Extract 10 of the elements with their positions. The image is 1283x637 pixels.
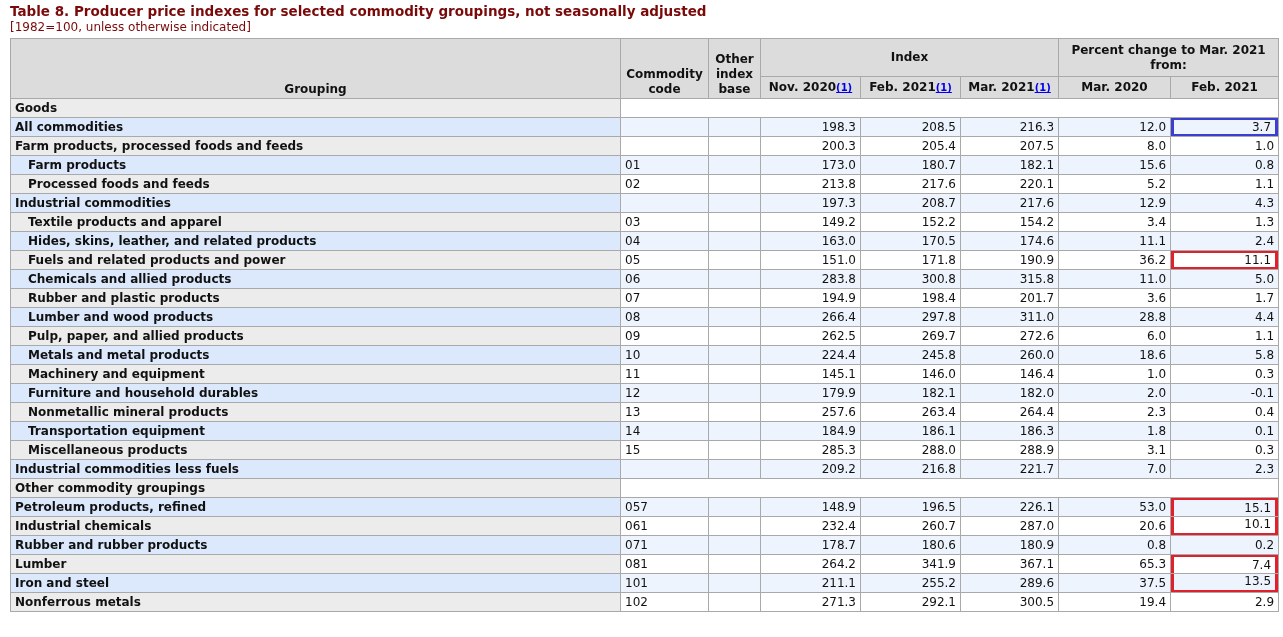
footnote-link[interactable]: (1) bbox=[836, 82, 853, 93]
column-group-header: Percent change to Mar. 2021 from: bbox=[1058, 38, 1279, 77]
footnote-link[interactable]: (1) bbox=[935, 82, 952, 93]
column-header: Grouping bbox=[10, 38, 621, 99]
table-title: Table 8. Producer price indexes for selected commodity groupings, not seasonally adjusted bbox=[10, 2, 708, 20]
footnote-link[interactable]: (1) bbox=[1034, 82, 1051, 93]
column-group-header: Index bbox=[760, 38, 1059, 77]
column-header: Other index base bbox=[708, 38, 761, 99]
table-subtitle: [1982=100, unless otherwise indicated] bbox=[10, 20, 252, 35]
column-header: Commodity code bbox=[620, 38, 709, 99]
